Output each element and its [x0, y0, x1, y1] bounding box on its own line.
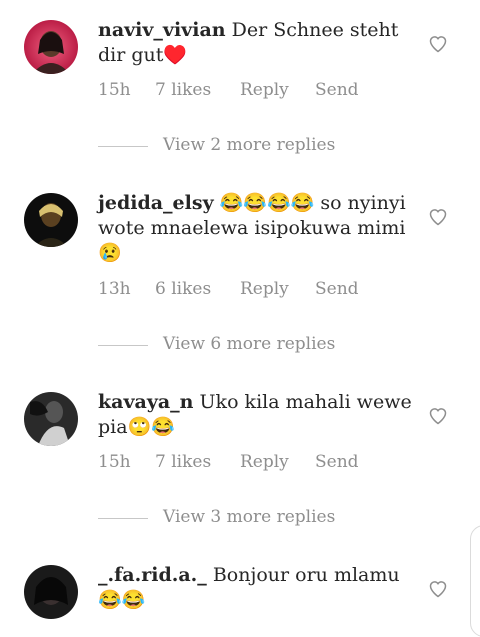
- avatar[interactable]: [24, 193, 78, 247]
- comment-username[interactable]: _.fa.rid.a._: [98, 564, 207, 586]
- comment-time: 15h: [98, 80, 131, 100]
- replies-divider: [98, 345, 148, 346]
- replies-divider: [98, 146, 148, 147]
- comment-time: 13h: [98, 279, 131, 299]
- heart-outline-icon[interactable]: [428, 406, 448, 426]
- heart-outline-icon[interactable]: [428, 207, 448, 227]
- view-replies-label[interactable]: View 6 more replies: [163, 334, 335, 354]
- comment-text: kavaya_n Uko kila mahali wewe pia🙄😂: [98, 390, 418, 440]
- avatar[interactable]: [24, 392, 78, 446]
- heart-outline-icon[interactable]: [428, 34, 448, 54]
- comment-likes[interactable]: 6 likes: [155, 279, 211, 299]
- send-button[interactable]: Send: [315, 279, 359, 299]
- comment-time: 15h: [98, 452, 131, 472]
- comment-likes[interactable]: 7 likes: [155, 452, 211, 472]
- send-button[interactable]: Send: [315, 452, 359, 472]
- comment-username[interactable]: jedida_elsy: [98, 192, 214, 214]
- comment-username[interactable]: kavaya_n: [98, 391, 194, 413]
- reply-button[interactable]: Reply: [240, 452, 289, 472]
- comment-text: naviv_vivian Der Schnee steht dir gut♥️: [98, 18, 418, 68]
- edge-panel: [470, 525, 480, 637]
- view-replies-label[interactable]: View 2 more replies: [163, 135, 335, 155]
- comment-likes[interactable]: 7 likes: [155, 80, 211, 100]
- reply-button[interactable]: Reply: [240, 80, 289, 100]
- replies-divider: [98, 518, 148, 519]
- heart-outline-icon[interactable]: [428, 579, 448, 599]
- reply-button[interactable]: Reply: [240, 279, 289, 299]
- send-button[interactable]: Send: [315, 80, 359, 100]
- avatar[interactable]: [24, 565, 78, 619]
- comment-text: jedida_elsy 😂😂😂😂 so nyinyi wote mnaelewa…: [98, 191, 418, 266]
- avatar[interactable]: [24, 20, 78, 74]
- comment-username[interactable]: naviv_vivian: [98, 19, 226, 41]
- view-replies-label[interactable]: View 3 more replies: [163, 507, 335, 527]
- comment-text: _.fa.rid.a._ Bonjour oru mlamu 😂😂: [98, 563, 418, 613]
